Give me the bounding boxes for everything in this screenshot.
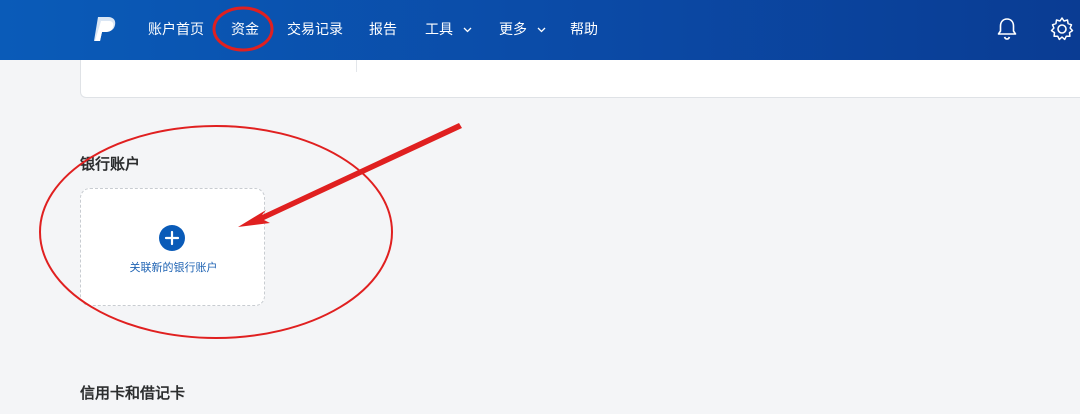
nav-item-account-home[interactable]: 账户首页 (148, 19, 204, 41)
nav-item-label: 帮助 (570, 22, 598, 38)
card-section-title: 信用卡和借记卡 (80, 384, 186, 402)
add-bank-account-label: 关联新的银行账户 (129, 261, 218, 274)
top-navigation-bar: 账户首页 资金 交易记录 报告 工具 更多 帮助 (0, 0, 1080, 60)
plus-icon (159, 225, 185, 251)
nav-item-help[interactable]: 帮助 (570, 19, 598, 41)
nav-item-label: 工具 (425, 22, 453, 38)
annotation-arrow (238, 123, 462, 227)
summary-card (80, 60, 1080, 98)
nav-item-funds[interactable]: 资金 (231, 19, 259, 41)
chevron-down-icon (463, 27, 472, 33)
add-bank-account-button[interactable]: 关联新的银行账户 (80, 188, 265, 306)
nav-item-label: 更多 (499, 22, 527, 38)
nav-item-transactions[interactable]: 交易记录 (287, 19, 343, 41)
page: 账户首页 资金 交易记录 报告 工具 更多 帮助 银行账户 关联新的银行账户 信… (0, 0, 1080, 414)
nav-item-label: 账户首页 (148, 22, 204, 38)
bank-section-title: 银行账户 (80, 155, 141, 173)
nav-item-tools[interactable]: 工具 (425, 19, 472, 41)
nav-item-label: 报告 (369, 22, 397, 38)
nav-item-reports[interactable]: 报告 (369, 19, 397, 41)
nav-item-label: 交易记录 (287, 22, 343, 38)
chevron-down-icon (537, 27, 546, 33)
bell-icon[interactable] (995, 16, 1019, 42)
nav-item-more[interactable]: 更多 (499, 19, 546, 41)
paypal-logo[interactable] (92, 14, 120, 44)
card-divider (356, 60, 357, 72)
gear-icon[interactable] (1049, 16, 1075, 42)
nav-item-label: 资金 (231, 22, 259, 38)
